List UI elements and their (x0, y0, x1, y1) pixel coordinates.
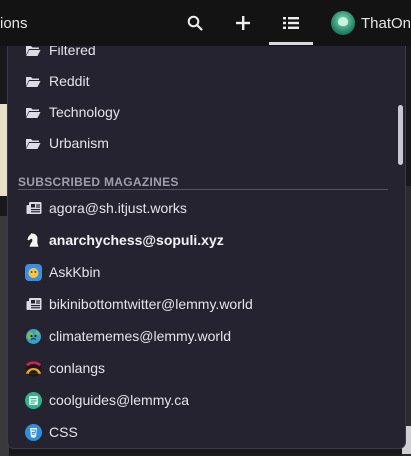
user-name: ThatOne (361, 14, 411, 32)
askkbin-logo-icon (25, 263, 42, 281)
magazine-label: conlangs (49, 360, 106, 376)
magazine-item-css[interactable]: CSS (8, 418, 388, 446)
folder-icon (25, 46, 41, 57)
subscriptions-menu-button[interactable] (277, 10, 305, 36)
magazine-item-agora[interactable]: agora@sh.itjust.works (8, 194, 388, 222)
folder-label: Filtered (49, 46, 96, 58)
active-tab-indicator (269, 42, 313, 45)
chess-knight-icon (25, 232, 42, 249)
folder-item-filtered[interactable]: Filtered (8, 46, 388, 64)
folder-icon (25, 137, 41, 150)
coolguides-logo-icon (25, 391, 42, 409)
folder-item-urbanism[interactable]: Urbanism (8, 129, 388, 157)
magazine-label: anarchychess@sopuli.xyz (49, 232, 224, 248)
folder-label: Urbanism (49, 135, 109, 151)
add-button[interactable] (229, 10, 257, 36)
magazine-item-climatememes[interactable]: climatememes@lemmy.world (8, 322, 388, 350)
newspaper-icon (25, 200, 42, 217)
magazine-label: climatememes@lemmy.world (49, 328, 231, 344)
magazine-item-conlangs[interactable]: conlangs (8, 354, 388, 382)
folder-label: Technology (49, 104, 120, 120)
magazine-label: AskKbin (49, 264, 101, 280)
magazine-label: agora@sh.itjust.works (49, 200, 187, 216)
folder-icon (25, 106, 41, 119)
magazine-label: bikinibottomtwitter@lemmy.world (49, 296, 253, 312)
globe-face-icon (25, 328, 42, 345)
list-icon (283, 17, 299, 29)
subscriptions-dropdown: Filtered Reddit Technology Urbanism SUBS… (7, 46, 406, 449)
section-divider (18, 189, 388, 190)
magazine-item-anarchychess[interactable]: anarchychess@sopuli.xyz (8, 226, 388, 254)
avatar (331, 11, 355, 35)
section-heading: SUBSCRIBED MAGAZINES (18, 175, 179, 189)
nav-link-partial[interactable]: ions (0, 15, 28, 32)
conlangs-logo-icon (25, 360, 42, 377)
folder-item-technology[interactable]: Technology (8, 98, 388, 126)
newspaper-icon (25, 296, 42, 313)
search-button[interactable] (181, 10, 209, 36)
magazine-label: CSS (49, 424, 78, 440)
magazine-item-coolguides[interactable]: coolguides@lemmy.ca (8, 386, 388, 414)
dropdown-scrollbar[interactable] (398, 105, 403, 165)
search-icon (187, 15, 203, 31)
folder-item-reddit[interactable]: Reddit (8, 67, 388, 95)
css-logo-icon (25, 423, 42, 441)
magazine-item-bikinibottomtwitter[interactable]: bikinibottomtwitter@lemmy.world (8, 290, 388, 318)
user-menu[interactable]: ThatOne (331, 10, 411, 36)
magazine-item-askkbin[interactable]: AskKbin (8, 258, 388, 286)
plus-icon (236, 16, 250, 30)
folder-label: Reddit (49, 73, 90, 89)
magazine-label: coolguides@lemmy.ca (49, 392, 190, 408)
folder-icon (25, 75, 41, 88)
top-navigation-bar: ions ThatOne (0, 0, 411, 46)
